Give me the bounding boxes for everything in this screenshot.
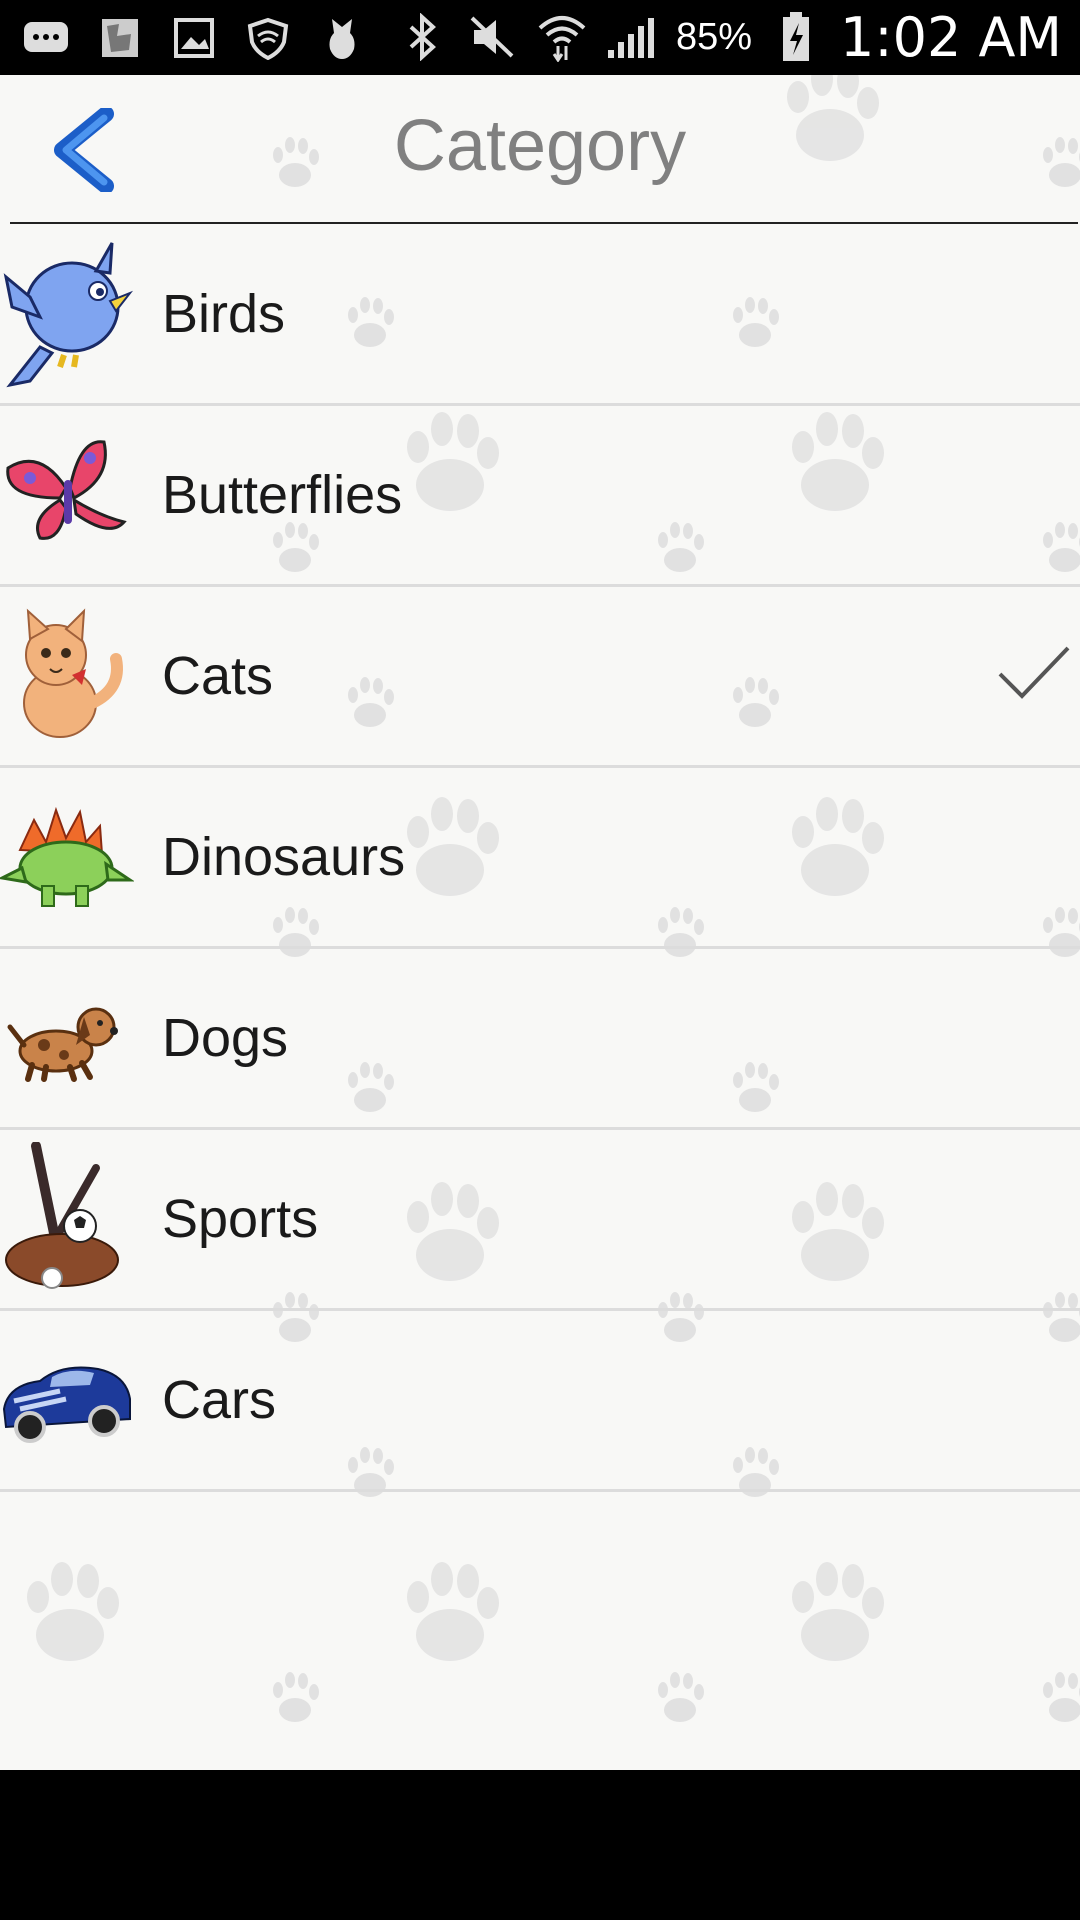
wifi-icon	[536, 11, 588, 63]
notification-icon	[316, 12, 368, 64]
list-item-cars[interactable]: Cars	[0, 1311, 1080, 1492]
car-icon	[0, 1323, 134, 1477]
page-title: Category	[393, 106, 687, 186]
list-item-label: Sports	[162, 1189, 319, 1249]
list-item-label: Dinosaurs	[162, 827, 406, 887]
list-item-label: Cars	[162, 1370, 277, 1430]
list-item-dinosaurs[interactable]: Dinosaurs	[0, 768, 1080, 949]
bird-icon	[0, 237, 134, 391]
list-item-butterflies[interactable]: Butterflies	[0, 406, 1080, 587]
checkmark-icon	[998, 646, 1070, 699]
category-screen: Category Birds Butterflies Cats Dinosaur…	[0, 75, 1080, 1770]
list-item-cats[interactable]: Cats	[0, 587, 1080, 768]
battery-icon	[770, 11, 822, 63]
category-list: Birds Butterflies Cats Dinosaurs Dogs Sp…	[0, 225, 1080, 1492]
signal-icon	[606, 11, 658, 63]
cat-icon	[0, 599, 134, 753]
image-icon	[94, 12, 146, 64]
list-item-birds[interactable]: Birds	[0, 225, 1080, 406]
status-bar: 85% 1:02 AM	[0, 0, 1080, 75]
butterfly-icon	[0, 418, 134, 572]
dog-icon	[0, 961, 134, 1115]
navigation-bar	[0, 1770, 1080, 1920]
sports-icon	[0, 1142, 134, 1296]
header-divider	[10, 222, 1078, 224]
list-item-dogs[interactable]: Dogs	[0, 949, 1080, 1130]
bluetooth-icon	[396, 11, 448, 63]
vpn-icon	[242, 12, 294, 64]
clock: 1:02 AM	[840, 5, 1062, 69]
dinosaur-icon	[0, 780, 134, 934]
list-item-sports[interactable]: Sports	[0, 1130, 1080, 1311]
mute-icon	[466, 11, 518, 63]
messages-icon	[20, 12, 72, 64]
list-item-label: Butterflies	[162, 465, 403, 525]
header: Category	[0, 75, 1080, 224]
list-item-label: Dogs	[162, 1008, 289, 1068]
battery-percent: 85%	[675, 15, 753, 58]
list-item-label: Birds	[162, 284, 286, 344]
gallery-icon	[168, 12, 220, 64]
list-item-label: Cats	[162, 646, 274, 706]
